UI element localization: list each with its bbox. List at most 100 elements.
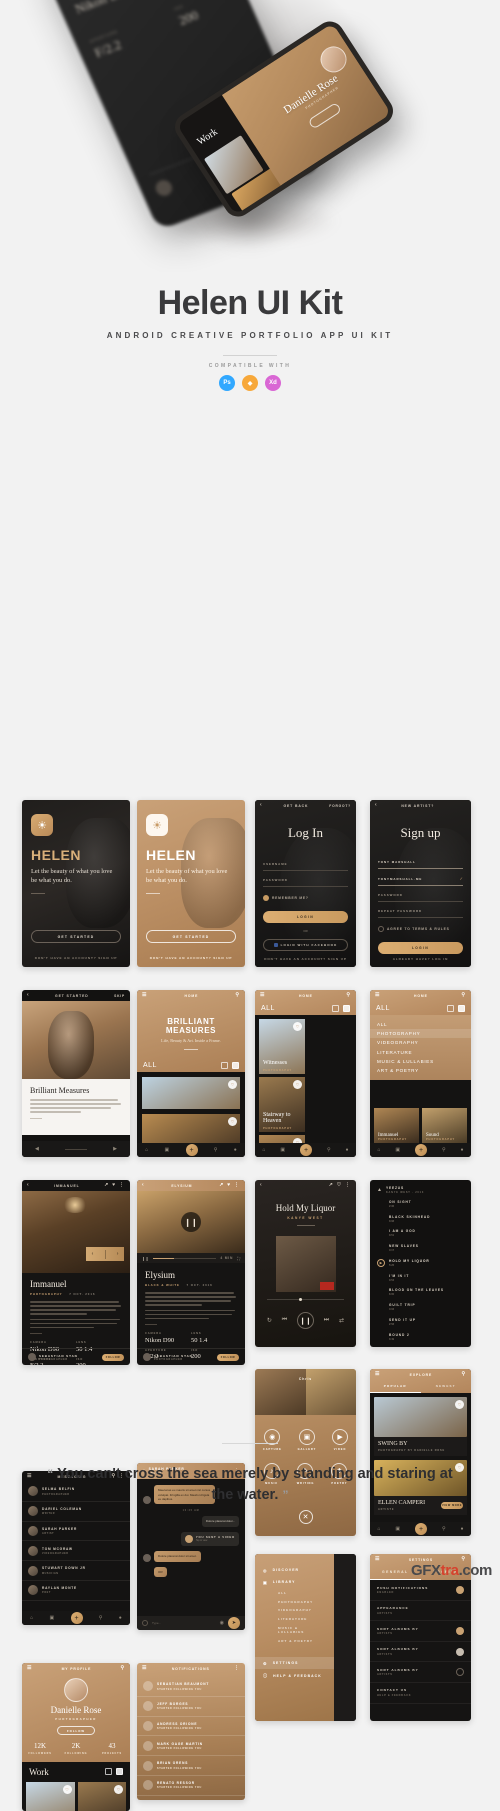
track-row[interactable]: BLOOD ON THE LEAVES6:00: [370, 1285, 471, 1300]
card[interactable]: ♡ Stairway to Heaven PHOTOGRAPHY: [78, 1782, 127, 1811]
search-icon[interactable]: ⚲: [461, 1372, 466, 1377]
more-icon[interactable]: ⋮: [345, 1183, 351, 1188]
toggle[interactable]: [456, 1586, 464, 1594]
list-item[interactable]: MARNIESTARTED FOLLOWING YOU: [137, 1796, 245, 1800]
setting-row[interactable]: CONTACT USHELP & FEEDBACK: [370, 1683, 471, 1704]
card[interactable]: ♡ Witnesses PHOTOGRAPHY: [26, 1782, 75, 1811]
collapse-icon[interactable]: ▲: [377, 1187, 382, 1193]
setting-row[interactable]: SORT ALBUMS BYARTISTS: [370, 1642, 471, 1663]
explore-icon[interactable]: ▣: [395, 1147, 400, 1153]
drawer-category[interactable]: ART & POETRY: [263, 1636, 326, 1645]
explore-icon[interactable]: ▣: [164, 1147, 169, 1153]
menu-icon[interactable]: ☰: [142, 993, 147, 998]
fullname-field[interactable]: TONY MARSHALL: [378, 860, 463, 869]
author-row[interactable]: SEBASTIAN STAN PHOTOGRAPHER FOLLOW: [137, 1348, 245, 1365]
search-icon[interactable]: ⚲: [214, 1147, 218, 1153]
track-row[interactable]: ON SIGHT2:36: [370, 1196, 471, 1211]
more-icon[interactable]: ⋮: [119, 1183, 125, 1188]
pager-controls[interactable]: ‹ ›: [86, 1247, 124, 1261]
screen-music-player[interactable]: ‹ ↗ ♡ ⋮ Hold My Liquor KANYE WEST ↻ ⏮ ❙❙: [255, 1180, 356, 1347]
track-row[interactable]: SEND IT UP2:58: [370, 1315, 471, 1330]
list-view-icon[interactable]: [232, 1062, 239, 1069]
back-icon[interactable]: ‹: [142, 1183, 145, 1188]
screen-splash-dark[interactable]: ☀ HELEN Let the beauty of what you love …: [22, 800, 130, 967]
list-item[interactable]: RENATO RESSORSTARTED FOLLOWING YOU: [137, 1776, 245, 1796]
home-icon[interactable]: ⌂: [377, 1147, 380, 1153]
search-icon[interactable]: ⚲: [235, 993, 240, 998]
search-icon[interactable]: ⚲: [461, 993, 466, 998]
grid-view-icon[interactable]: [105, 1768, 112, 1775]
follow-button[interactable]: FOLLOW: [57, 1726, 95, 1735]
menu-icon[interactable]: ☰: [27, 1666, 32, 1671]
shuffle-icon[interactable]: ⇄: [339, 1317, 344, 1324]
bottom-tab-bar[interactable]: ⌂ ▣ + ⚲ ●: [137, 1143, 245, 1157]
screen-home-dropdown[interactable]: ☰ HOME ⚲ ALL ALL PHOTOGRAPHY VIDEOGRAPHY…: [370, 990, 471, 1157]
card[interactable]: Immanuel PHOTOGRAPHY: [374, 1108, 419, 1143]
list-item[interactable]: ANDRESS ORIONESTARTED FOLLOWING YOU: [137, 1717, 245, 1737]
chat-input[interactable]: Type...: [152, 1621, 216, 1625]
drawer-item-help[interactable]: ⓘ HELP & FEEDBACK: [263, 1669, 326, 1682]
bottom-tab-bar[interactable]: ⌂ ▣ + ⚲ ●: [370, 1143, 471, 1157]
explore-icon[interactable]: ▣: [49, 1615, 54, 1621]
list-item[interactable]: BRIAN ORENSSTARTED FOLLOWING YOU: [137, 1756, 245, 1776]
back-icon[interactable]: ‹: [27, 993, 30, 998]
search-icon[interactable]: ⚲: [99, 1615, 103, 1621]
explore-icon[interactable]: ▣: [280, 1147, 285, 1153]
card[interactable]: Sound PHOTOGRAPHY: [422, 1108, 467, 1143]
playlist-header[interactable]: ▲ YEEZUS KANYE WEST - 2013: [370, 1180, 471, 1196]
dropdown-option[interactable]: MUSIC & LULLABIES: [377, 1057, 464, 1066]
screen-profile[interactable]: ☰ MY PROFILE ⚲ Danielle Rose PHOTOGRAPHE…: [22, 1663, 130, 1811]
share-icon[interactable]: ↗: [104, 1183, 109, 1188]
progress-slider[interactable]: [267, 1299, 344, 1300]
track-row[interactable]: NEW SLAVES4:17: [370, 1241, 471, 1256]
search-icon[interactable]: ⚲: [120, 1666, 125, 1671]
heart-icon[interactable]: ♡: [114, 1785, 123, 1794]
home-filter-bar[interactable]: ALL: [137, 1058, 245, 1072]
card[interactable]: ♡: [142, 1114, 240, 1146]
back-icon[interactable]: ‹: [27, 1183, 30, 1188]
pause-icon[interactable]: ❙❙: [142, 1256, 149, 1261]
category-dropdown[interactable]: ALL PHOTOGRAPHY VIDEOGRAPHY LITERATURE M…: [370, 1015, 471, 1080]
dropdown-option[interactable]: PHOTOGRAPHY: [370, 1029, 471, 1038]
next-icon[interactable]: ⏭: [324, 1317, 329, 1324]
splash-cta-button[interactable]: GET STARTED: [146, 930, 236, 943]
toggle[interactable]: [456, 1668, 464, 1676]
menu-icon[interactable]: ☰: [142, 1666, 147, 1671]
track-row[interactable]: I AM A GOD3:51: [370, 1226, 471, 1241]
splash-footer-link[interactable]: DON'T HAVE AN ACCOUNT? SIGN UP: [22, 956, 130, 960]
home-icon[interactable]: ⌂: [262, 1147, 265, 1153]
share-icon[interactable]: ↗: [329, 1183, 334, 1188]
grid-view-icon[interactable]: [332, 1005, 339, 1012]
heart-icon[interactable]: ♡: [293, 1022, 302, 1031]
drawer-category[interactable]: LITERATURE: [263, 1615, 326, 1624]
setting-row[interactable]: SORT ALBUMS BYARTISTS: [370, 1621, 471, 1642]
explore-card[interactable]: ♡: [374, 1397, 467, 1437]
track-row[interactable]: BLACK SKINHEAD3:08: [370, 1211, 471, 1226]
heart-icon[interactable]: ♡: [228, 1080, 237, 1089]
send-button[interactable]: ➤: [228, 1617, 240, 1629]
drawer-item-settings[interactable]: ⚙ SETTINGS: [255, 1657, 334, 1669]
skip-button[interactable]: SKIP: [114, 994, 125, 998]
dropdown-option[interactable]: ALL: [377, 1020, 464, 1029]
filter-label[interactable]: ALL: [261, 1005, 275, 1012]
card[interactable]: ♡: [142, 1077, 240, 1109]
repeat-password-field[interactable]: REPEAT PASSWORD: [378, 909, 463, 918]
splash-footer-link[interactable]: DON'T HAVE AN ACCOUNT? SIGN UP: [137, 956, 245, 960]
add-button[interactable]: +: [71, 1612, 83, 1624]
drawer-category[interactable]: PHOTOGRAPHY: [263, 1597, 326, 1606]
tab-newest[interactable]: NEWEST: [421, 1380, 472, 1393]
setting-row[interactable]: SORT ALBUMS BYARTISTS: [370, 1662, 471, 1683]
splash-cta-button[interactable]: GET STARTED: [31, 930, 121, 943]
drawer-category[interactable]: VIDEOGRAPHY: [263, 1606, 326, 1615]
list-view-icon[interactable]: [343, 1005, 350, 1012]
heart-icon[interactable]: ♡: [63, 1785, 72, 1794]
list-item[interactable]: RAYLAN MONTEPOET: [22, 1581, 130, 1601]
bottom-tab-bar[interactable]: ⌂ ▣ + ⚲ ●: [255, 1143, 356, 1157]
card[interactable]: ♡ Witnesses PHOTOGRAPHY: [259, 1019, 305, 1074]
search-icon[interactable]: ⚲: [327, 1147, 331, 1153]
onboard-controls[interactable]: ◀ ▶: [22, 1141, 130, 1157]
add-button[interactable]: +: [186, 1144, 198, 1156]
password-field[interactable]: PASSWORD: [263, 878, 348, 887]
heart-icon[interactable]: ♡: [337, 1183, 342, 1188]
signup-button[interactable]: LOGIN: [378, 942, 463, 954]
